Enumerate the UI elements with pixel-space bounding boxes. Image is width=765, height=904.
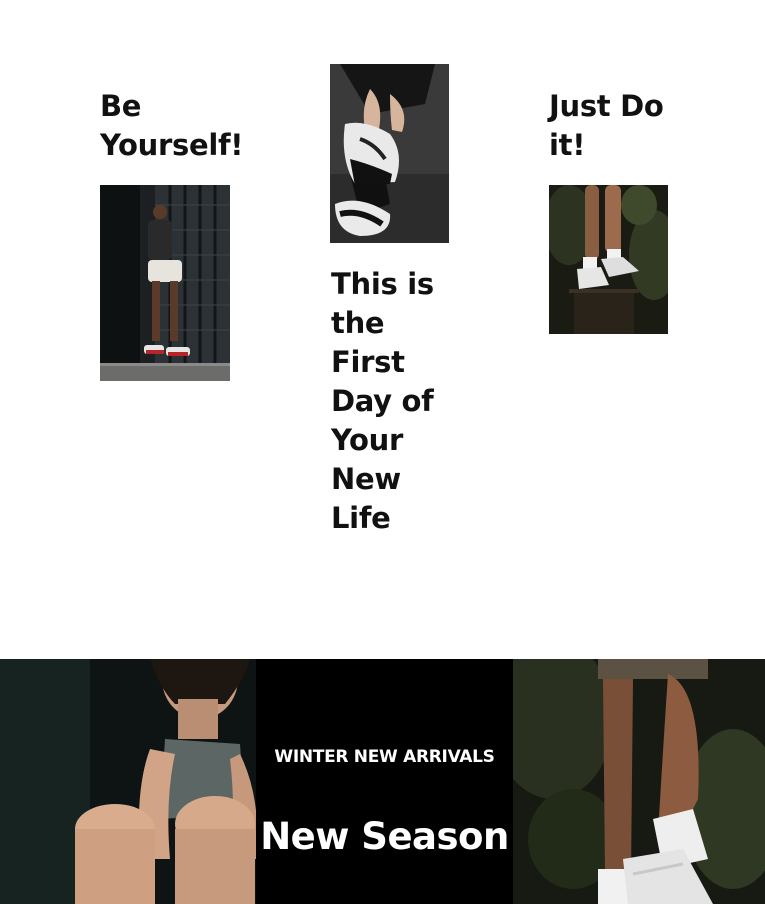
heading-just-do-it: Just Do it! [549, 89, 664, 162]
collage-section: Be Yourself! Just Do it! This is the Fir… [0, 0, 765, 659]
heading-be-yourself: Be Yourself! [100, 89, 244, 162]
banner-eyebrow: WINTER NEW ARRIVALS [274, 747, 495, 767]
banner-text-panel: WINTER NEW ARRIVALS New Season [256, 659, 513, 904]
woman-sitting-fitness-photo [0, 659, 256, 904]
heading-first-day: This is the First Day of Your New Life [331, 267, 434, 535]
banner-title: New Season [260, 815, 509, 858]
man-standing-on-ledge-photo [100, 185, 230, 381]
hand-tying-sneaker-photo [330, 64, 449, 243]
legs-white-socks-sneakers-photo [513, 659, 765, 904]
legs-white-sneakers-photo [549, 185, 668, 334]
new-season-banner: WINTER NEW ARRIVALS New Season [0, 659, 765, 904]
